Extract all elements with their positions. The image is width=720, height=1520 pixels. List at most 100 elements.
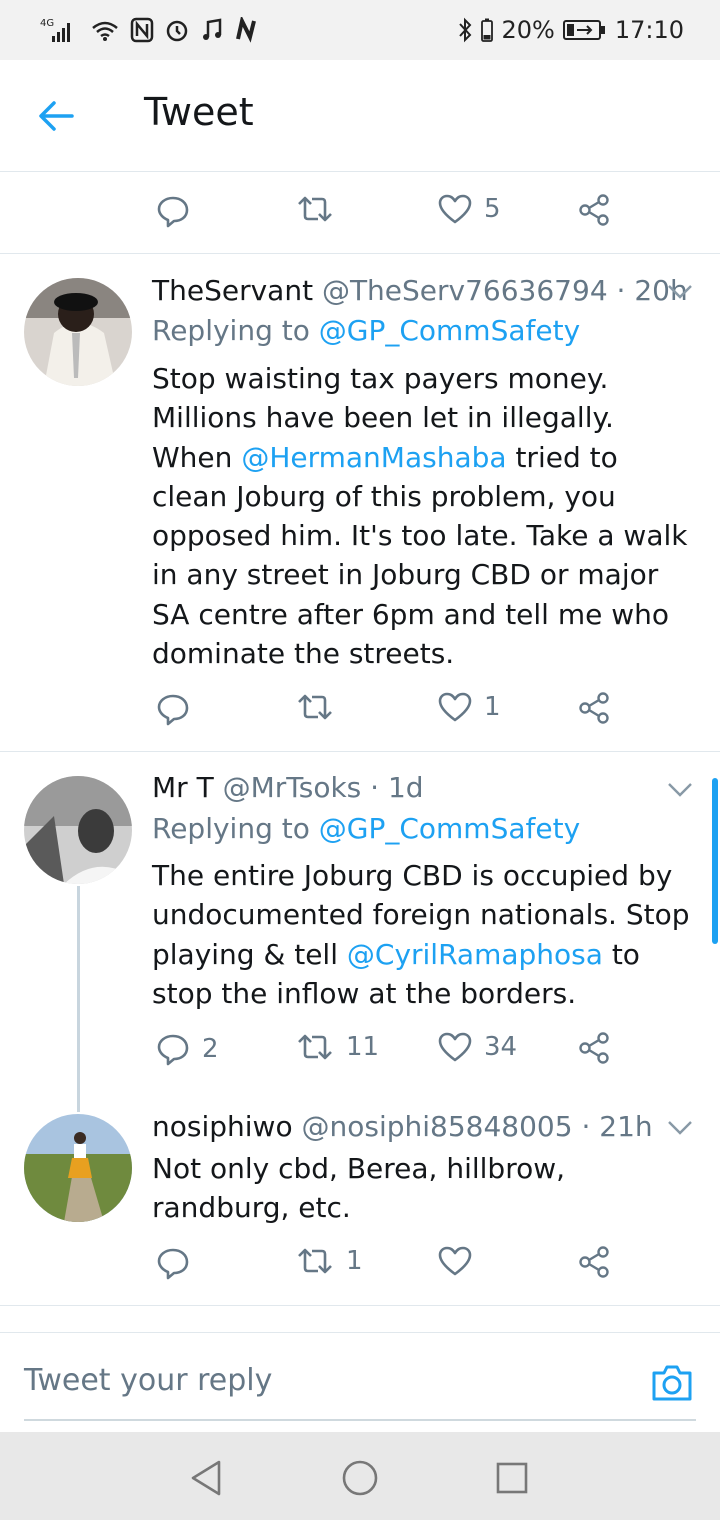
reply-count: 2 (202, 1034, 219, 1064)
share-button[interactable] (578, 692, 610, 724)
status-bar: 4G 20% 17:10 (0, 0, 720, 60)
reply-icon (157, 196, 189, 228)
share-icon (579, 1246, 609, 1278)
share-icon (579, 1032, 609, 1064)
reply-icon (157, 1248, 189, 1280)
tweet-text-part: tried to clean Joburg of this problem, y… (152, 440, 688, 671)
handle[interactable]: @MrTsoks (223, 771, 362, 804)
replying-to-mention[interactable]: @GP_CommSafety (319, 314, 580, 347)
camera-button[interactable] (650, 1363, 694, 1403)
replying-prefix: Replying to (152, 812, 310, 845)
tweet-actions: 5 (152, 194, 632, 234)
retweet-icon (298, 694, 332, 720)
replying-prefix: Replying to (152, 314, 310, 347)
tweet-header: Mr T @MrTsoks · 1d (152, 771, 424, 804)
alarm-icon (164, 17, 190, 43)
handle[interactable]: @nosiphi85848005 (301, 1110, 572, 1143)
app-header: Tweet (0, 60, 720, 172)
reply-composer: Tweet your reply (0, 1332, 720, 1432)
circle-home-icon (342, 1460, 378, 1496)
like-count: 34 (484, 1032, 518, 1062)
share-button[interactable] (578, 194, 610, 226)
avatar[interactable] (24, 776, 132, 884)
share-button[interactable] (578, 1032, 610, 1064)
retweet-icon (298, 1034, 332, 1060)
display-name[interactable]: Mr T (152, 771, 214, 804)
retweet-button[interactable]: 11 (296, 1032, 379, 1062)
retweet-button[interactable] (296, 692, 334, 722)
music-icon (200, 17, 224, 43)
chevron-down-icon[interactable] (666, 282, 694, 302)
like-button[interactable]: 34 (438, 1032, 517, 1062)
retweet-icon (298, 196, 332, 222)
battery-icon (562, 19, 607, 41)
back-button[interactable] (36, 96, 76, 136)
bluetooth-icon (457, 17, 473, 43)
divider (0, 253, 720, 254)
reply-button[interactable] (156, 194, 190, 228)
mention-link[interactable]: @CyrilRamaphosa (347, 938, 603, 971)
reply-button[interactable] (156, 1246, 190, 1280)
tweet-actions: 1 (152, 692, 632, 732)
share-icon (579, 194, 609, 226)
signal-icon: 4G (40, 16, 80, 44)
heart-icon (438, 1246, 472, 1276)
reply-icon (157, 1034, 189, 1066)
reply-input-underline (24, 1419, 696, 1421)
system-nav-bar (0, 1432, 720, 1520)
display-name[interactable]: TheServant (152, 274, 313, 307)
like-button[interactable] (438, 1246, 472, 1276)
triangle-back-icon (191, 1460, 221, 1496)
avatar[interactable] (24, 1114, 132, 1222)
reply-input[interactable]: Tweet your reply (24, 1363, 272, 1398)
nfc-icon (130, 17, 154, 43)
svg-text:4G: 4G (40, 18, 54, 29)
like-button[interactable]: 5 (438, 194, 501, 224)
divider (0, 1305, 720, 1306)
tweet-text: Not only cbd, Berea, hillbrow, randburg,… (152, 1152, 566, 1225)
mention-link[interactable]: @HermanMashaba (241, 441, 506, 474)
like-count: 1 (484, 692, 501, 722)
heart-icon (438, 194, 472, 224)
replying-to: Replying to @GP_CommSafety (152, 314, 580, 347)
heart-icon (438, 692, 472, 722)
heart-icon (438, 1032, 472, 1062)
page-title: Tweet (144, 90, 254, 134)
like-count: 5 (484, 194, 501, 224)
timestamp: · 1d (370, 771, 424, 804)
reply-button[interactable]: 2 (156, 1032, 219, 1066)
replying-to: Replying to @GP_CommSafety (152, 812, 580, 845)
replying-to-mention[interactable]: @GP_CommSafety (319, 812, 580, 845)
tweet-text: The entire Joburg CBD is occupied by und… (152, 856, 700, 1013)
retweet-button[interactable] (296, 194, 334, 224)
clock: 17:10 (614, 16, 684, 44)
wifi-icon (90, 18, 120, 42)
handle[interactable]: @TheServ76636794 (322, 274, 608, 307)
chevron-down-icon[interactable] (666, 1118, 694, 1138)
scrollbar[interactable] (712, 778, 718, 944)
retweet-button[interactable]: 1 (296, 1246, 363, 1276)
tweet-actions: 1 (152, 1246, 632, 1286)
share-button[interactable] (578, 1246, 610, 1278)
thread-line (77, 886, 80, 1112)
app-notification-icon (234, 17, 258, 43)
display-name[interactable]: nosiphiwo (152, 1110, 293, 1143)
camera-icon (652, 1365, 692, 1401)
tweet-text: Stop waisting tax payers money. Millions… (152, 359, 700, 673)
retweet-count: 1 (346, 1246, 363, 1276)
nav-recents-button[interactable] (492, 1458, 532, 1498)
retweet-icon (298, 1248, 332, 1274)
tweet-header: nosiphiwo @nosiphi85848005 · 21h (152, 1110, 653, 1143)
divider (0, 751, 720, 752)
battery-percent: 20% (501, 16, 555, 44)
tweet-actions: 2 11 34 (152, 1032, 632, 1072)
nav-back-button[interactable] (186, 1458, 226, 1498)
avatar[interactable] (24, 278, 132, 386)
arrow-left-icon (39, 101, 74, 131)
nav-home-button[interactable] (340, 1458, 380, 1498)
chevron-down-icon[interactable] (666, 780, 694, 800)
tweet-header: TheServant @TheServ76636794 · 20h (152, 274, 688, 307)
reply-button[interactable] (156, 692, 190, 726)
retweet-count: 11 (346, 1032, 380, 1062)
like-button[interactable]: 1 (438, 692, 501, 722)
